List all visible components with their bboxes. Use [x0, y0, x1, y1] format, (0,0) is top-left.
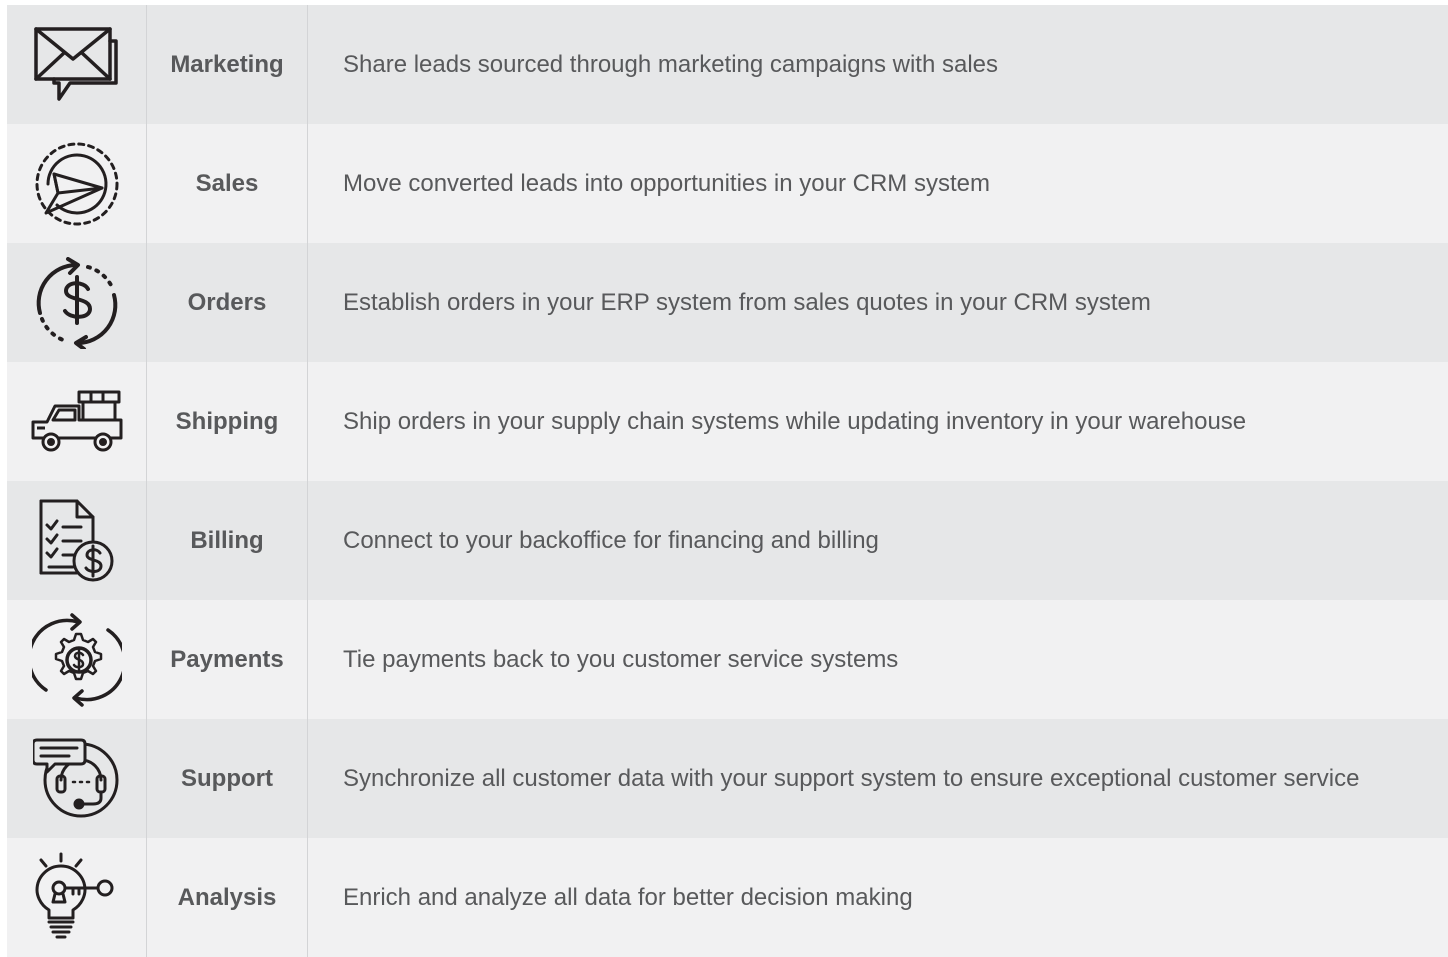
envelope-chat-icon — [7, 5, 147, 124]
row-description: Synchronize all customer data with your … — [343, 764, 1360, 792]
row-name: Orders — [147, 243, 308, 362]
invoice-dollar-icon — [7, 481, 147, 600]
row-description: Share leads sourced through marketing ca… — [343, 50, 999, 78]
table-row: Orders Establish orders in your ERP syst… — [7, 243, 1448, 362]
delivery-truck-icon — [7, 362, 147, 481]
row-name: Billing — [147, 481, 308, 600]
gear-dollar-cycle-icon — [7, 600, 147, 719]
table-row: Billing Connect to your backoffice for f… — [7, 481, 1448, 600]
row-description: Connect to your backoffice for financing… — [343, 526, 879, 554]
table-row: Payments Tie payments back to you custom… — [7, 600, 1448, 719]
row-name: Marketing — [147, 5, 308, 124]
headset-chat-icon — [7, 719, 147, 838]
row-description: Establish orders in your ERP system from… — [343, 288, 1151, 316]
row-name: Payments — [147, 600, 308, 719]
table-row: Sales Move converted leads into opportun… — [7, 124, 1448, 243]
row-name: Support — [147, 719, 308, 838]
row-name: Sales — [147, 124, 308, 243]
lightbulb-key-icon — [7, 838, 147, 957]
row-description: Enrich and analyze all data for better d… — [343, 883, 913, 911]
integration-table: Marketing Share leads sourced through ma… — [7, 5, 1448, 957]
row-name: Analysis — [147, 838, 308, 957]
table-row: Shipping Ship orders in your supply chai… — [7, 362, 1448, 481]
paper-plane-circle-icon — [7, 124, 147, 243]
row-name: Shipping — [147, 362, 308, 481]
table-row: Marketing Share leads sourced through ma… — [7, 5, 1448, 124]
table-row: Analysis Enrich and analyze all data for… — [7, 838, 1448, 957]
dollar-cycle-icon — [7, 243, 147, 362]
row-description: Tie payments back to you customer servic… — [343, 645, 899, 673]
row-description: Move converted leads into opportunities … — [343, 169, 990, 197]
row-description: Ship orders in your supply chain systems… — [343, 407, 1247, 435]
table-row: Support Synchronize all customer data wi… — [7, 719, 1448, 838]
